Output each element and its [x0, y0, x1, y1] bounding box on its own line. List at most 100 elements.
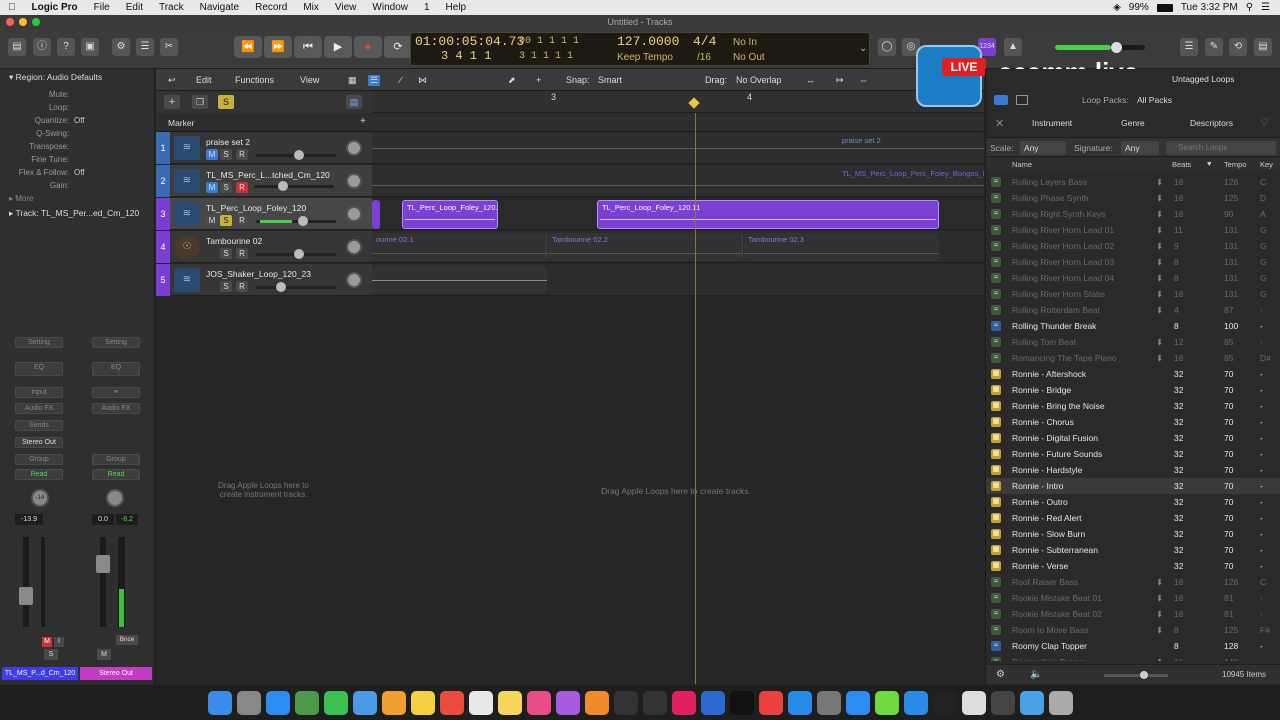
calendar-icon[interactable] [439, 690, 464, 715]
functions-menu[interactable]: Functions [235, 75, 274, 85]
audio-region[interactable]: praise set 2 [372, 134, 984, 162]
download-icon[interactable]: ⬇ [1156, 350, 1163, 366]
pan-knob[interactable] [346, 206, 362, 222]
audio-region[interactable]: ourine 02.1 [372, 233, 547, 261]
browser-icon[interactable]: ▤ [1254, 38, 1272, 56]
notes2-icon[interactable] [497, 690, 522, 715]
record-button[interactable]: ● [354, 36, 382, 58]
col-tempo[interactable]: Tempo [1224, 160, 1247, 169]
add-track-button[interactable]: + [164, 95, 180, 109]
loop-row[interactable]: ▦ Ronnie - Bridge 32 70 - [986, 382, 1280, 398]
loop-row[interactable]: ▦ Ronnie - Outro 32 70 - [986, 494, 1280, 510]
minimize-icon[interactable] [19, 18, 27, 26]
record-arm-button[interactable]: R [236, 248, 248, 259]
track-header-5[interactable]: 5 ≋ JOS_Shaker_Loop_120_23 S R [156, 264, 372, 296]
menu-track[interactable]: Track [151, 2, 192, 13]
region-header[interactable]: ▾ Region: Audio Defaults [0, 72, 155, 86]
input-button[interactable]: Input [15, 387, 63, 398]
loop-row[interactable]: ≈ Rolling River Horn Lead 01 ⬇ 11 131 G [986, 222, 1280, 238]
menu-help[interactable]: Help [438, 2, 475, 13]
volume-handle[interactable] [294, 150, 304, 160]
view-menu[interactable]: View [300, 75, 319, 85]
loop-row[interactable]: ≈ Roomy Kick Topper ⬇ 16 140 - [986, 654, 1280, 661]
loop-row[interactable]: ≈ Rolling Right Synth Keys ⬇ 16 90 A [986, 206, 1280, 222]
marker-track[interactable]: Marker + [156, 113, 984, 132]
volume-fader[interactable] [23, 537, 29, 627]
fit-icon[interactable]: ↦ [836, 75, 844, 86]
system-preferences-icon[interactable] [816, 690, 841, 715]
loop-row[interactable]: ≈ Rolling River Horn Lead 03 ⬇ 8 131 G [986, 254, 1280, 270]
back-icon[interactable]: ↩ [168, 75, 176, 86]
record-arm-button[interactable]: R [236, 215, 248, 226]
rewind-button[interactable]: ⏪ [234, 36, 262, 58]
mute-button[interactable]: M [206, 182, 218, 193]
volume-handle[interactable] [278, 181, 288, 191]
script-icon[interactable] [961, 690, 986, 715]
app-store-icon[interactable] [787, 690, 812, 715]
solo-button[interactable]: S [44, 649, 58, 660]
mute-button[interactable]: M [42, 637, 52, 647]
lcd-division[interactable]: /16 [697, 52, 711, 63]
loop-row[interactable]: ≈ Rolling River Horn Lead 02 ⬇ 9 131 G [986, 238, 1280, 254]
download-icon[interactable]: ⬇ [1156, 190, 1163, 206]
packs-select[interactable]: All Packs [1137, 95, 1172, 105]
gear-icon[interactable]: ⚙ [996, 669, 1005, 680]
group-button[interactable]: Group [15, 454, 63, 465]
preview-volume-knob[interactable] [1140, 671, 1148, 679]
reminders-icon[interactable] [468, 690, 493, 715]
col-name[interactable]: Name [1012, 160, 1032, 169]
record-arm-button[interactable]: R [236, 149, 248, 160]
record-arm-button[interactable]: R [236, 182, 248, 193]
audio-region[interactable] [372, 266, 547, 294]
lcd-out[interactable]: No Out [733, 52, 765, 63]
loop-row[interactable]: ▦ Ronnie - Slow Burn 32 70 - [986, 526, 1280, 542]
editors-icon[interactable]: ✂ [160, 38, 178, 56]
cycle-button[interactable]: ⟳ [384, 36, 412, 58]
smart-controls-icon[interactable]: ⚙ [112, 38, 130, 56]
scale-select[interactable]: Any [1020, 141, 1066, 155]
playhead-handle[interactable] [688, 97, 700, 109]
trash-icon[interactable] [1048, 690, 1073, 715]
download-icon[interactable]: ⬇ [1156, 590, 1163, 606]
link-icon[interactable]: ⚭ [92, 387, 140, 398]
download-icon[interactable]: ⬇ [1156, 654, 1163, 661]
download-icon[interactable]: ⬇ [1156, 286, 1163, 302]
search-icon[interactable]: ⚲ [1246, 2, 1253, 13]
toolbar-icon[interactable]: ▣ [81, 38, 99, 56]
audio-region[interactable]: Tambourine 02.3 [744, 233, 939, 261]
volume-slider[interactable] [256, 249, 336, 259]
menu-icon[interactable]: ☰ [1261, 2, 1270, 13]
finder-icon[interactable] [207, 690, 232, 715]
books-icon[interactable] [584, 690, 609, 715]
loop-row[interactable]: ≈ Romancing The Tape Piano ⬇ 16 85 D# [986, 350, 1280, 366]
view-toggle-icon[interactable] [994, 95, 1008, 105]
download-icon[interactable]: ⬇ [1156, 238, 1163, 254]
folder-icon[interactable] [1019, 690, 1044, 715]
notes-icon[interactable] [410, 690, 435, 715]
loop-browser-icon[interactable]: ⟲ [1229, 38, 1247, 56]
mail-icon[interactable] [352, 690, 377, 715]
download-icon[interactable]: ⬇ [1156, 622, 1163, 638]
preview-volume-slider[interactable] [1104, 671, 1168, 679]
sends-button[interactable]: Sends [15, 420, 63, 431]
track-header[interactable]: ▸ Track: TL_MS_Per...ed_Cm_120 [0, 208, 155, 222]
ruler[interactable]: 3 4 [372, 91, 984, 113]
volume-handle[interactable] [294, 249, 304, 259]
volume-fader[interactable] [100, 537, 106, 627]
solo-button[interactable]: S [220, 281, 232, 292]
solo-button[interactable]: S [220, 215, 232, 226]
preview-icon[interactable] [294, 690, 319, 715]
solo-button[interactable]: S [220, 248, 232, 259]
zoom-icon[interactable] [845, 690, 870, 715]
loop-row[interactable]: ≈ Rolling River Horn Stabs ⬇ 16 131 G [986, 286, 1280, 302]
signature-select[interactable]: Any [1121, 141, 1159, 155]
loop-row[interactable]: ≈ Rolling Rotterdam Beat ⬇ 4 87 - [986, 302, 1280, 318]
upwork-icon[interactable] [874, 690, 899, 715]
track-lane-5[interactable] [372, 264, 984, 296]
loop-row[interactable]: ▦ Ronnie - Red Alert 32 70 - [986, 510, 1280, 526]
itunes-icon[interactable] [526, 690, 551, 715]
ecamm-icon[interactable] [700, 690, 725, 715]
fader-cap[interactable] [96, 555, 110, 573]
library-icon[interactable]: ▤ [8, 38, 26, 56]
mail2-icon[interactable] [903, 690, 928, 715]
